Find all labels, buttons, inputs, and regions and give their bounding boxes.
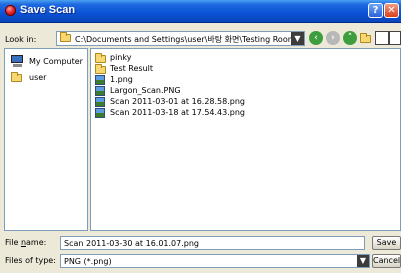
filename-input[interactable]: Scan 2011-03-30 at 16.01.07.png — [60, 236, 365, 250]
lookin-combo[interactable]: C:\Documents and Settings\user\바탕 화면\Tes… — [56, 31, 305, 46]
list-item[interactable]: 1.png — [95, 75, 133, 86]
place-my-computer[interactable]: My Computer — [11, 55, 83, 67]
folder-icon — [95, 64, 106, 74]
app-icon — [5, 5, 16, 16]
chevron-down-icon[interactable]: ▼ — [291, 32, 304, 45]
file-name: Largon_Scan.PNG — [110, 86, 181, 95]
details-view-icon[interactable] — [389, 31, 401, 45]
up-folder-icon[interactable]: ˄ — [343, 31, 357, 45]
file-name: 1.png — [110, 75, 133, 84]
folder-icon — [95, 53, 106, 63]
lookin-value: C:\Documents and Settings\user\바탕 화면\Tes… — [75, 35, 296, 44]
filetype-value: PNG (*.png) — [64, 257, 112, 266]
help-button[interactable]: ? — [368, 3, 383, 18]
chevron-down-icon[interactable]: ▼ — [357, 255, 369, 267]
folder-icon — [11, 71, 22, 82]
place-label: user — [29, 73, 47, 82]
back-icon[interactable]: ‹ — [309, 31, 323, 45]
close-button[interactable]: ✕ — [384, 3, 399, 18]
png-file-icon — [95, 86, 105, 96]
list-item[interactable]: Scan 2011-03-01 at 16.28.58.png — [95, 97, 245, 108]
window-title: Save Scan — [20, 4, 76, 16]
file-name: Scan 2011-03-01 at 16.28.58.png — [110, 97, 246, 106]
cancel-button[interactable]: Cancel — [372, 254, 401, 268]
png-file-icon — [95, 108, 105, 118]
computer-icon — [11, 55, 24, 67]
save-dialog: Save Scan ? ✕ Look in: C:\Documents and … — [0, 0, 401, 273]
file-name: Scan 2011-03-18 at 17.54.43.png — [110, 108, 246, 117]
list-view-icon[interactable] — [375, 31, 389, 45]
list-item[interactable]: Scan 2011-03-18 at 17.54.43.png — [95, 108, 245, 119]
places-panel: My Computer user — [4, 48, 88, 231]
list-item[interactable]: Largon_Scan.PNG — [95, 86, 181, 97]
file-list[interactable]: pinky Test Result 1.png Largon_Scan.PNG … — [90, 48, 401, 231]
list-item[interactable]: Test Result — [95, 64, 153, 75]
forward-icon[interactable]: › — [326, 31, 340, 45]
place-label: My Computer — [29, 57, 83, 66]
file-name: pinky — [110, 53, 132, 62]
png-file-icon — [95, 75, 105, 85]
file-name: Test Result — [110, 64, 154, 73]
place-user[interactable]: user — [11, 71, 46, 82]
filetype-combo[interactable]: PNG (*.png) ▼ — [60, 254, 370, 268]
folder-icon — [60, 32, 71, 42]
filetype-label: Files of type: — [5, 256, 56, 265]
save-button[interactable]: Save — [372, 236, 401, 250]
png-file-icon — [95, 97, 105, 107]
filename-label: File name: — [5, 238, 47, 247]
new-folder-icon[interactable] — [360, 31, 374, 45]
title-bar[interactable]: Save Scan ? ✕ — [0, 0, 401, 23]
lookin-label: Look in: — [5, 35, 37, 44]
list-item[interactable]: pinky — [95, 53, 131, 64]
